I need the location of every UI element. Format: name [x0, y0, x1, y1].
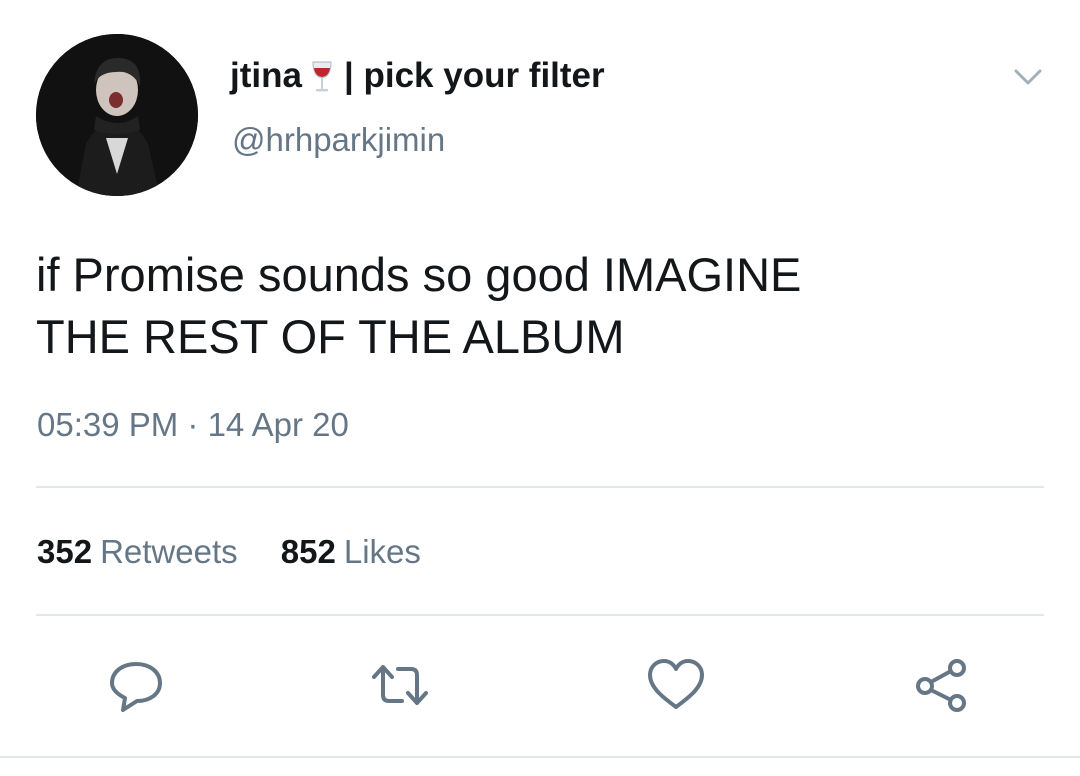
share-icon[interactable] — [910, 653, 974, 717]
retweets-count: 352 — [37, 533, 93, 570]
tweet-text: if Promise sounds so good IMAGINE THE RE… — [36, 244, 1036, 368]
retweets-label: Retweets — [100, 533, 238, 570]
wine-glass-icon — [310, 56, 334, 96]
display-name: jtina — [230, 56, 302, 95]
tweet-stats: 352 Retweets 852 Likes — [37, 532, 421, 572]
likes-count: 852 — [280, 533, 336, 570]
tweet-timestamp[interactable]: 05:39 PM · 14 Apr 20 — [37, 405, 349, 445]
divider — [36, 486, 1044, 488]
avatar[interactable] — [36, 34, 198, 196]
likes-label: Likes — [343, 533, 421, 570]
user-handle[interactable]: @hrhparkjimin — [232, 120, 445, 160]
like-icon[interactable] — [644, 653, 708, 717]
avatar-photo — [36, 34, 198, 196]
tweet-text-line: THE REST OF THE ALBUM — [36, 310, 625, 363]
reply-icon[interactable] — [104, 653, 168, 717]
likes-stat[interactable]: 852 Likes — [281, 533, 421, 570]
chevron-down-icon[interactable] — [1008, 62, 1048, 92]
divider — [0, 756, 1080, 758]
author-name-row[interactable]: jtina | pick your filter — [230, 56, 605, 96]
display-name-suffix: | pick your filter — [343, 56, 605, 95]
retweets-stat[interactable]: 352 Retweets — [37, 533, 247, 570]
divider — [36, 614, 1044, 616]
tweet-text-line: if Promise sounds so good IMAGINE — [36, 248, 802, 301]
retweet-icon[interactable] — [368, 653, 432, 717]
